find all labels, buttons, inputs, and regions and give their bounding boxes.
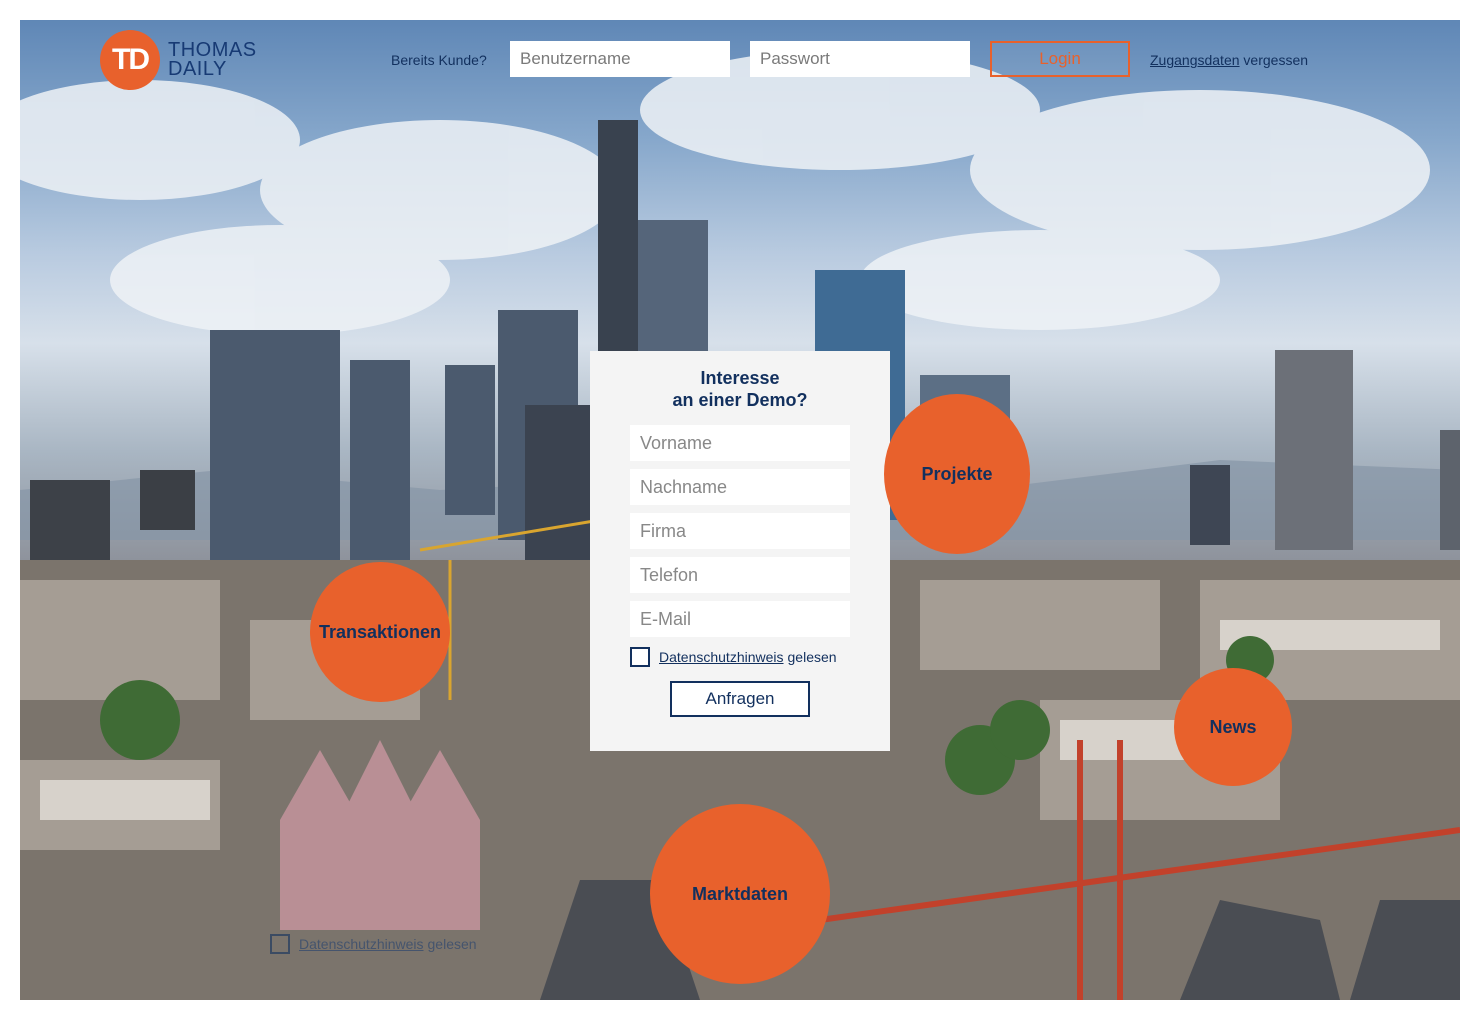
already-customer-label: Bereits Kunde? bbox=[391, 52, 487, 68]
demo-title-line-1: Interesse bbox=[700, 368, 780, 388]
forgot-credentials: Zugangsdaten vergessen bbox=[1150, 52, 1308, 68]
ghost-privacy-text: gelesen bbox=[427, 936, 477, 952]
last-name-input[interactable] bbox=[630, 469, 850, 505]
projekte-circle[interactable]: Projekte bbox=[884, 394, 1030, 554]
marktdaten-label: Marktdaten bbox=[691, 883, 789, 904]
projekte-label: Projekte bbox=[921, 463, 993, 484]
demo-request-form: Interesse an einer Demo? Datenschutzhinw… bbox=[590, 351, 890, 751]
privacy-text: gelesen bbox=[787, 649, 837, 665]
privacy-consent: Datenschutzhinweis gelesen bbox=[630, 647, 890, 667]
hero-background: TD THOMAS DAILY Bereits Kunde? Login Zug… bbox=[20, 20, 1460, 1000]
login-bar: Bereits Kunde? Login Zugangsdaten verges… bbox=[20, 41, 1460, 79]
login-button[interactable]: Login bbox=[990, 41, 1130, 77]
password-input[interactable] bbox=[750, 41, 970, 77]
ghost-privacy-checkbox bbox=[270, 934, 290, 954]
phone-input[interactable] bbox=[630, 557, 850, 593]
ghost-privacy-consent: Datenschutzhinweis gelesen bbox=[270, 934, 477, 954]
first-name-input[interactable] bbox=[630, 425, 850, 461]
demo-title-line-2: an einer Demo? bbox=[672, 390, 808, 410]
news-circle[interactable]: News bbox=[1174, 668, 1292, 786]
transaktionen-circle[interactable]: Transaktionen bbox=[310, 562, 450, 702]
news-label: News bbox=[1209, 716, 1257, 737]
ghost-privacy-link: Datenschutzhinweis bbox=[299, 936, 424, 952]
company-input[interactable] bbox=[630, 513, 850, 549]
email-input[interactable] bbox=[630, 601, 850, 637]
transaktionen-label: Transaktionen bbox=[318, 621, 442, 642]
privacy-link[interactable]: Datenschutzhinweis bbox=[659, 649, 784, 665]
marktdaten-circle[interactable]: Marktdaten bbox=[650, 804, 830, 984]
request-demo-button[interactable]: Anfragen bbox=[670, 681, 810, 717]
username-input[interactable] bbox=[510, 41, 730, 77]
demo-fields bbox=[590, 425, 890, 637]
forgot-credentials-link[interactable]: Zugangsdaten bbox=[1150, 52, 1240, 68]
forgot-credentials-text: vergessen bbox=[1243, 52, 1309, 68]
demo-title: Interesse an einer Demo? bbox=[590, 367, 890, 411]
privacy-checkbox[interactable] bbox=[630, 647, 650, 667]
